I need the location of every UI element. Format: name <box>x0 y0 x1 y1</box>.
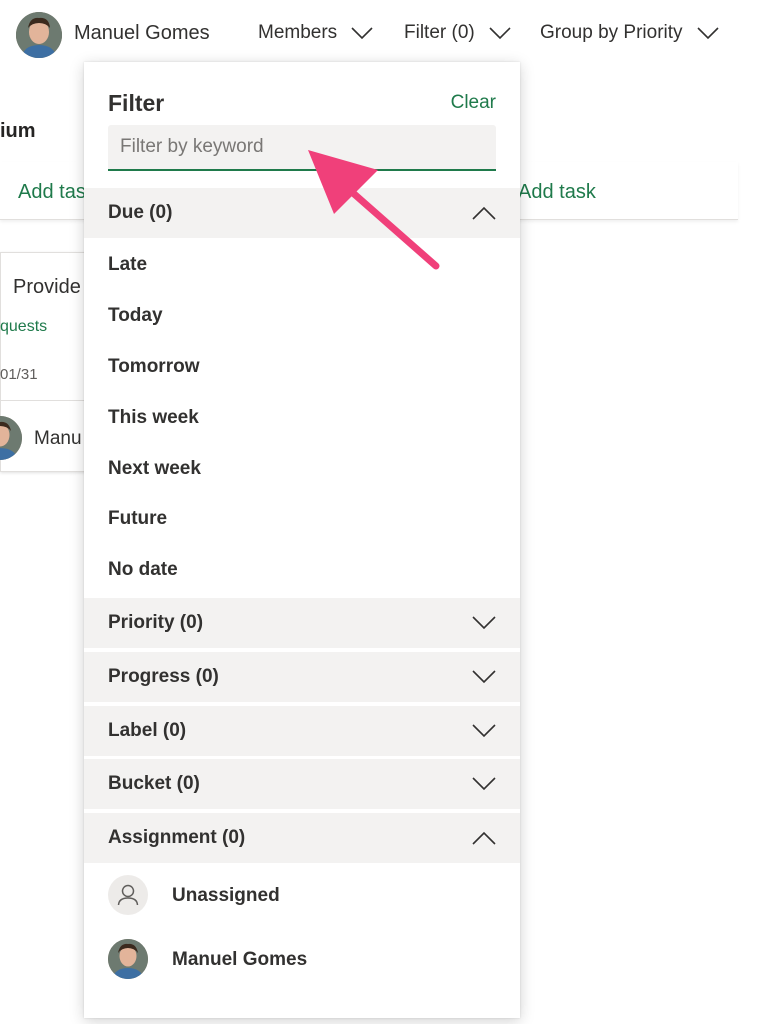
assignment-option-manuel-gomes[interactable]: Manuel Gomes <box>84 929 520 989</box>
bucket-title: ium <box>0 120 36 142</box>
user-avatar[interactable] <box>16 12 62 58</box>
section-assignment-label: Assignment (0) <box>108 827 246 848</box>
due-option-late[interactable]: Late <box>108 254 147 276</box>
section-progress-header[interactable]: Progress (0) <box>84 652 520 702</box>
section-label-header[interactable]: Label (0) <box>84 706 520 756</box>
top-bar: Manuel Gomes Members Filter (0) Group by… <box>0 0 768 68</box>
section-label-label: Label (0) <box>108 720 187 741</box>
group-by-dropdown[interactable]: Group by Priority <box>540 22 719 44</box>
chevron-down-icon <box>472 777 496 791</box>
filter-dropdown[interactable]: Filter (0) <box>404 22 511 44</box>
due-option-tomorrow[interactable]: Tomorrow <box>108 356 199 378</box>
add-task-button[interactable]: Add tas <box>18 181 86 204</box>
section-progress-label: Progress (0) <box>108 666 219 687</box>
section-priority-label: Priority (0) <box>108 612 204 633</box>
chevron-down-icon <box>472 670 496 684</box>
person-icon <box>108 875 148 915</box>
filter-label: Filter (0) <box>404 22 475 43</box>
assignee-name: Manu <box>34 428 82 449</box>
assignment-option-label: Manuel Gomes <box>172 949 308 970</box>
chevron-down-icon <box>489 27 511 40</box>
task-label: quests <box>0 318 48 335</box>
group-by-label: Group by Priority <box>540 22 683 43</box>
due-option-next-week[interactable]: Next week <box>108 458 201 480</box>
user-avatar <box>108 939 148 979</box>
task-due-date: 01/31 <box>0 366 38 383</box>
section-assignment-header[interactable]: Assignment (0) <box>84 813 520 863</box>
chevron-down-icon <box>696 27 719 40</box>
assignment-option-label: Unassigned <box>172 885 280 906</box>
clear-filters-button[interactable]: Clear <box>451 92 496 114</box>
chevron-up-icon <box>472 831 496 845</box>
section-bucket-label: Bucket (0) <box>108 773 200 794</box>
keyword-filter-input[interactable] <box>108 125 496 171</box>
section-bucket-header[interactable]: Bucket (0) <box>84 759 520 809</box>
chevron-up-icon <box>472 206 496 220</box>
due-option-future[interactable]: Future <box>108 508 167 530</box>
chevron-down-icon <box>351 27 373 40</box>
assignment-option-unassigned[interactable]: Unassigned <box>84 865 520 925</box>
section-priority-header[interactable]: Priority (0) <box>84 598 520 648</box>
add-task-button[interactable]: Add task <box>518 181 596 204</box>
due-option-today[interactable]: Today <box>108 305 163 327</box>
chevron-down-icon <box>472 724 496 738</box>
user-name[interactable]: Manuel Gomes <box>74 22 210 45</box>
due-option-no-date[interactable]: No date <box>108 559 178 581</box>
section-due-label: Due (0) <box>108 202 173 223</box>
task-title: Provide <box>13 276 81 298</box>
members-label: Members <box>258 22 338 43</box>
due-option-this-week[interactable]: This week <box>108 407 199 429</box>
members-dropdown[interactable]: Members <box>258 22 373 44</box>
filter-panel: Filter Clear Due (0) Late Today Tomorrow… <box>84 62 520 1018</box>
filter-panel-title: Filter <box>108 90 165 116</box>
section-due-header[interactable]: Due (0) <box>84 188 520 238</box>
chevron-down-icon <box>472 616 496 630</box>
